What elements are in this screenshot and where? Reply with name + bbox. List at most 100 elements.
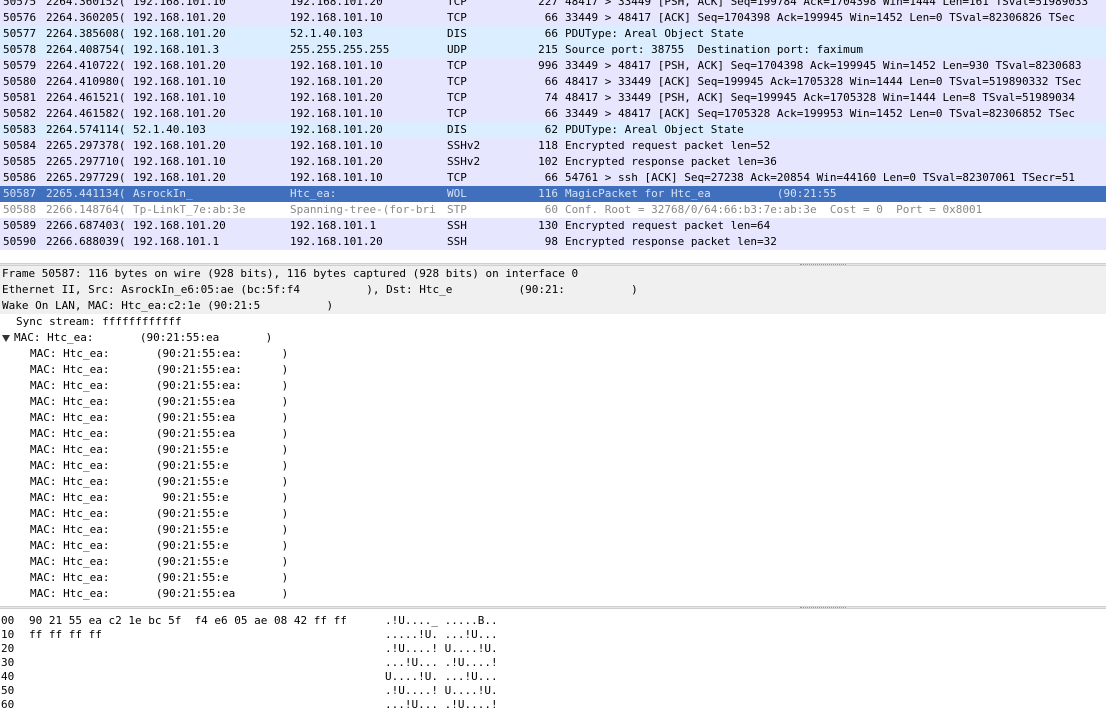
packet-info: Encrypted response packet len=36 [565,155,777,168]
detail-frame[interactable]: Frame 50587: 116 bytes on wire (928 bits… [0,266,1106,282]
detail-ethernet-text: Ethernet II, Src: AsrockIn_e6:05:ae (bc:… [2,283,638,296]
packet-time: 2264.410722( [46,59,126,72]
packet-row[interactable]: 50587 2265.441134(AsrockIn_ Htc_ea: WOL 116 M… [0,186,1106,202]
detail-mac-item-text: MAC: Htc_ea: (90:21:55:e ) [30,475,289,488]
hex-ascii: .!U...._ .....B.. [385,614,498,627]
packet-row[interactable]: 50586 2265.297729(192.168.101.20 192.168.1… [0,170,1106,186]
packet-len: 62 [544,123,558,136]
packet-proto: DIS [447,123,467,136]
packet-len: 118 [538,139,558,152]
packet-len: 60 [544,203,558,216]
packet-len: 66 [544,27,558,40]
detail-mac-item[interactable]: MAC: Htc_ea: (90:21:55:e ) [0,442,1106,458]
detail-mac-item[interactable]: MAC: Htc_ea: (90:21:55:e ) [0,506,1106,522]
packet-no: 50577 [3,27,37,40]
packet-len: 227 [538,0,558,8]
packet-info: PDUType: Areal Object State [565,27,744,40]
packet-dst: 255.255.255.255 [290,43,390,56]
packet-src: 192.168.101.1 [133,235,220,248]
packet-info: Source port: 38755 Destination port: fax… [565,43,864,56]
packet-row[interactable]: 50583 2264.574114(52.1.40.103 192.168.101.… [0,122,1106,138]
packet-bytes[interactable]: 00 90 21 55 ea c2 1e bc 5f f4 e6 05 ae 08… [0,612,1106,716]
packet-time: 2266.688039( [46,235,126,248]
detail-mac-item[interactable]: MAC: Htc_ea: (90:21:55:e ) [0,538,1106,554]
detail-mac-item[interactable]: MAC: Htc_ea: (90:21:55:e ) [0,522,1106,538]
detail-mac-item-text: MAC: Htc_ea: (90:21:55:ea ) [30,411,289,424]
packet-details[interactable]: Frame 50587: 116 bytes on wire (928 bits… [0,266,1106,606]
detail-mac-group[interactable]: MAC: Htc_ea: (90:21:55:ea ) [0,330,1106,346]
detail-mac-item-text: MAC: Htc_ea: (90:21:55:e ) [30,443,289,456]
packet-src: 192.168.101.10 [133,155,226,168]
packet-row[interactable]: 50578 2264.408754(192.168.101.3 255.255.25… [0,42,1106,58]
packet-dst: 192.168.101.20 [290,235,383,248]
packet-row[interactable]: 50581 2264.461521(192.168.101.10 192.168.1… [0,90,1106,106]
detail-mac-item[interactable]: MAC: Htc_ea: (90:21:55:ea: ) [0,346,1106,362]
hex-line[interactable]: 10 ff ff ff ff .....!U. ...!U... [0,628,1106,642]
packet-row[interactable]: 50582 2264.461582(192.168.101.20 192.168.1… [0,106,1106,122]
detail-mac-item-text: MAC: Htc_ea: (90:21:55:ea: ) [30,363,289,376]
detail-mac-item[interactable]: MAC: Htc_ea: (90:21:55:e ) [0,458,1106,474]
detail-mac-item[interactable]: MAC: Htc_ea: (90:21:55:e ) [0,474,1106,490]
detail-mac-item[interactable]: MAC: Htc_ea: (90:21:55:ea ) [0,410,1106,426]
packet-row[interactable]: 50575 2264.360152(192.168.101.10 192.168.1… [0,0,1106,10]
packet-len: 130 [538,219,558,232]
hex-line[interactable]: 00 90 21 55 ea c2 1e bc 5f f4 e6 05 ae 08… [0,614,1106,628]
packet-row[interactable]: 50590 2266.688039(192.168.101.1 192.168.10… [0,234,1106,250]
packet-time: 2264.360205( [46,11,126,24]
detail-mac-item-text: MAC: Htc_ea: (90:21:55:e ) [30,523,289,536]
packet-info: 48417 > 33449 [ACK] Seq=199945 Ack=17053… [565,75,1082,88]
hex-line[interactable]: 40 U....!U. ...!U... [0,670,1106,684]
packet-dst: 192.168.101.10 [290,11,383,24]
packet-row[interactable]: 50580 2264.410980(192.168.101.10 192.168.1… [0,74,1106,90]
packet-info: 48417 > 33449 [PSH, ACK] Seq=199784 Ack=… [565,0,1089,8]
packet-row[interactable]: 50589 2266.687403(192.168.101.20 192.168.1… [0,218,1106,234]
packet-proto: TCP [447,107,467,120]
hex-line[interactable]: 20 .!U....! U....!U. [0,642,1106,656]
packet-list[interactable]: 50575 2264.360152(192.168.101.10 192.168.1… [0,0,1106,263]
detail-mac-item[interactable]: MAC: Htc_ea: (90:21:55:e ) [0,554,1106,570]
packet-row[interactable]: 50579 2264.410722(192.168.101.20 192.168.1… [0,58,1106,74]
detail-mac-item[interactable]: MAC: Htc_ea: 90:21:55:e ) [0,490,1106,506]
packet-dst: 52.1.40.103 [290,27,363,40]
hex-offset: 00 [1,614,15,627]
hex-ascii: .!U....! U....!U. [385,684,498,697]
packet-dst: 192.168.101.10 [290,107,383,120]
detail-mac-item[interactable]: MAC: Htc_ea: (90:21:55:ea: ) [0,378,1106,394]
detail-mac-item[interactable]: MAC: Htc_ea: (90:21:55:ea: ) [0,362,1106,378]
packet-info: 33449 > 48417 [PSH, ACK] Seq=1704398 Ack… [565,59,1082,72]
hex-offset: 30 [1,656,15,669]
detail-sync-stream[interactable]: Sync stream: ffffffffffff [0,314,1106,330]
hex-line[interactable]: 30 ...!U... .!U....! [0,656,1106,670]
packet-dst: 192.168.101.10 [290,139,383,152]
detail-mac-item[interactable]: MAC: Htc_ea: (90:21:55:ea ) [0,586,1106,602]
detail-wake-on-lan[interactable]: Wake On LAN, MAC: Htc_ea:c2:1e (90:21:5 … [0,298,1106,314]
packet-row[interactable]: 50577 2264.385608(192.168.101.20 52.1.40.1… [0,26,1106,42]
packet-row[interactable]: 50585 2265.297710(192.168.101.10 192.168.1… [0,154,1106,170]
packet-time: 2264.385608( [46,27,126,40]
packet-len: 102 [538,155,558,168]
packet-row[interactable]: 50584 2265.297378(192.168.101.20 192.168.1… [0,138,1106,154]
packet-proto: TCP [447,75,467,88]
packet-len: 98 [544,235,558,248]
packet-row[interactable]: 50588 2266.148764(Tp-LinkT_7e:ab:3e Spanni… [0,202,1106,218]
packet-proto: WOL [447,187,467,200]
packet-no: 50589 [3,219,37,232]
detail-frame-text: Frame 50587: 116 bytes on wire (928 bits… [2,267,579,280]
detail-mac-item-text: MAC: Htc_ea: (90:21:55:e ) [30,571,289,584]
packet-dst: 192.168.101.20 [290,75,383,88]
packet-info: Conf. Root = 32768/0/64:66:b3:7e:ab:3e C… [565,203,983,216]
hex-line[interactable]: 50 .!U....! U....!U. [0,684,1106,698]
hex-line[interactable]: 60 ...!U... .!U....! [0,698,1106,712]
expand-triangle-icon[interactable] [2,334,10,342]
splitter-details-bytes[interactable] [0,606,1106,609]
detail-mac-item[interactable]: MAC: Htc_ea: (90:21:55:e ) [0,570,1106,586]
packet-info: PDUType: Areal Object State [565,123,744,136]
hex-offset: 20 [1,642,15,655]
detail-mac-item[interactable]: MAC: Htc_ea: (90:21:55:ea ) [0,394,1106,410]
detail-ethernet[interactable]: Ethernet II, Src: AsrockIn_e6:05:ae (bc:… [0,282,1106,298]
packet-proto: SSHv2 [447,139,481,152]
detail-mac-item[interactable]: MAC: Htc_ea: (90:21:55:ea ) [0,426,1106,442]
packet-src: 192.168.101.20 [133,139,226,152]
packet-no: 50585 [3,155,37,168]
packet-row[interactable]: 50576 2264.360205(192.168.101.20 192.168.1… [0,10,1106,26]
